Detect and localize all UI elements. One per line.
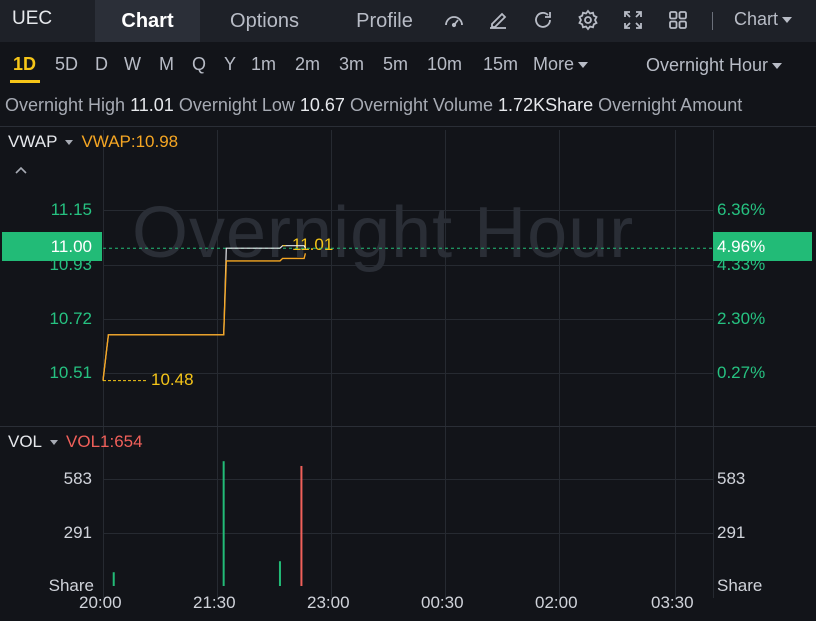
chart-canvas[interactable]: [0, 0, 816, 621]
volume-bar: [278, 561, 281, 586]
vwap-line: [102, 253, 307, 381]
volume-bar: [112, 572, 115, 586]
price-line: [102, 245, 306, 381]
volume-bar: [300, 465, 303, 586]
volume-bar: [222, 461, 225, 586]
